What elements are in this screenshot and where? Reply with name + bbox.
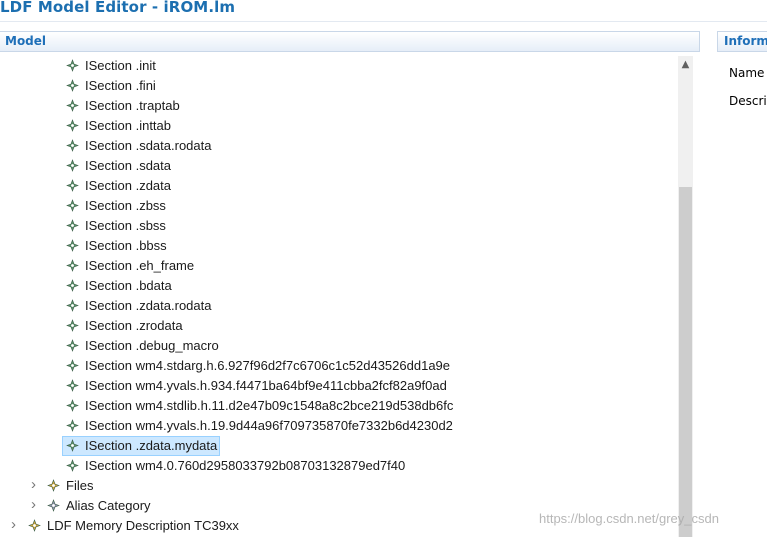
tree-item-isection[interactable]: ISection wm4.stdlib.h.11.d2e47b09c1548a8… bbox=[0, 396, 678, 416]
tree-item-label: ISection wm4.stdlib.h.11.d2e47b09c1548a8… bbox=[85, 398, 454, 413]
isection-icon bbox=[66, 99, 79, 112]
tree-item-isection[interactable]: ISection .eh_frame bbox=[0, 256, 678, 276]
model-panel-header[interactable]: Model bbox=[0, 31, 700, 52]
tree-item-isection[interactable]: ISection .zdata bbox=[0, 176, 678, 196]
tree-item-label: ISection .zrodata bbox=[85, 318, 183, 333]
tree-item-label: ISection .eh_frame bbox=[85, 258, 195, 273]
tree-item-label: ISection wm4.stdarg.h.6.927f96d2f7c6706c… bbox=[85, 358, 451, 373]
scroll-up-arrow-icon[interactable]: ▲ bbox=[678, 56, 693, 73]
model-tree[interactable]: ISection .init ISection .fini ISection .tr… bbox=[0, 56, 678, 537]
chevron-right-icon[interactable]: › bbox=[31, 496, 41, 513]
isection-icon bbox=[66, 359, 79, 372]
memory-description-icon bbox=[28, 519, 41, 532]
isection-icon bbox=[66, 279, 79, 292]
tree-item-label: ISection wm4.yvals.h.19.9d44a96f70973587… bbox=[85, 418, 453, 433]
info-name-label: Name bbox=[729, 66, 765, 80]
model-panel-title: Model bbox=[5, 34, 47, 48]
tree-item-isection[interactable]: ISection wm4.yvals.h.934.f4471ba64bf9e41… bbox=[0, 376, 678, 396]
watermark: https://blog.csdn.net/grey_csdn bbox=[539, 511, 719, 526]
tree-item-label: ISection .sbss bbox=[85, 218, 166, 233]
tree-item-isection[interactable]: ISection wm4.stdarg.h.6.927f96d2f7c6706c… bbox=[0, 356, 678, 376]
tree-item-isection[interactable]: ISection .traptab bbox=[0, 96, 678, 116]
info-panel-header[interactable]: Inform bbox=[717, 31, 767, 52]
info-panel-title: Inform bbox=[724, 34, 767, 48]
tree-item-label: ISection .sdata.rodata bbox=[85, 138, 212, 153]
alias-category-icon bbox=[47, 499, 60, 512]
isection-icon bbox=[66, 379, 79, 392]
tree-item-label: ISection .sdata bbox=[85, 158, 171, 173]
tree-item-isection[interactable]: ISection .fini bbox=[0, 76, 678, 96]
tree-item-isection[interactable]: ISection .bbss bbox=[0, 236, 678, 256]
window-title-bar: LDF Model Editor - iROM.lm bbox=[0, 0, 767, 22]
isection-icon bbox=[66, 239, 79, 252]
tree-item-isection[interactable]: ISection .sbss bbox=[0, 216, 678, 236]
tree-item-label: LDF Memory Description TC39xx bbox=[47, 518, 239, 533]
window-title: LDF Model Editor - iROM.lm bbox=[0, 0, 236, 16]
tree-item-isection[interactable]: ISection .bdata bbox=[0, 276, 678, 296]
tree-item-label: ISection .bdata bbox=[85, 278, 172, 293]
isection-icon bbox=[66, 459, 79, 472]
isection-icon bbox=[66, 199, 79, 212]
tree-item-label: ISection .zdata bbox=[85, 178, 171, 193]
chevron-right-icon[interactable]: › bbox=[31, 476, 41, 493]
tree-item-label: Files bbox=[66, 478, 94, 493]
tree-scrollbar[interactable]: ▲ bbox=[678, 56, 693, 537]
scrollbar-thumb[interactable] bbox=[679, 187, 692, 537]
isection-icon bbox=[66, 299, 79, 312]
tree-item-label: ISection .bbss bbox=[85, 238, 167, 253]
isection-icon bbox=[66, 339, 79, 352]
tree-item-isection[interactable]: ISection .init bbox=[0, 56, 678, 76]
tree-item-label: ISection .inttab bbox=[85, 118, 171, 133]
isection-icon bbox=[66, 79, 79, 92]
tree-item-label: ISection .fini bbox=[85, 78, 156, 93]
info-description-label: Descri bbox=[729, 94, 767, 108]
tree-item-isection[interactable]: ISection .inttab bbox=[0, 116, 678, 136]
tree-item-label: ISection .zdata.rodata bbox=[85, 298, 212, 313]
isection-icon bbox=[66, 439, 79, 452]
tree-item-isection[interactable]: ISection .zbss bbox=[0, 196, 678, 216]
chevron-right-icon[interactable]: › bbox=[11, 516, 21, 533]
tree-item-isection[interactable]: ISection .zrodata bbox=[0, 316, 678, 336]
tree-item-label: ISection .zdata.mydata bbox=[85, 438, 218, 453]
isection-icon bbox=[66, 399, 79, 412]
tree-item-files[interactable]: › Files bbox=[0, 476, 678, 496]
tree-item-isection[interactable]: ISection .zdata.rodata bbox=[0, 296, 678, 316]
tree-item-label: ISection wm4.0.760d2958033792b0870313287… bbox=[85, 458, 406, 473]
isection-icon bbox=[66, 59, 79, 72]
tree-item-label: ISection wm4.yvals.h.934.f4471ba64bf9e41… bbox=[85, 378, 447, 393]
isection-icon bbox=[66, 139, 79, 152]
isection-icon bbox=[66, 179, 79, 192]
tree-item-label: ISection .init bbox=[85, 58, 156, 73]
tree-item-label: Alias Category bbox=[66, 498, 151, 513]
tree-item-isection[interactable]: ISection .debug_macro bbox=[0, 336, 678, 356]
isection-icon bbox=[66, 159, 79, 172]
tree-item-isection[interactable]: ISection wm4.0.760d2958033792b0870313287… bbox=[0, 456, 678, 476]
isection-icon bbox=[66, 319, 79, 332]
tree-item-label: ISection .traptab bbox=[85, 98, 180, 113]
isection-icon bbox=[66, 419, 79, 432]
isection-icon bbox=[66, 119, 79, 132]
tree-item-isection[interactable]: ISection .sdata.rodata bbox=[0, 136, 678, 156]
tree-item-isection[interactable]: ISection .sdata bbox=[0, 156, 678, 176]
isection-icon bbox=[66, 259, 79, 272]
tree-item-isection[interactable]: ISection wm4.yvals.h.19.9d44a96f70973587… bbox=[0, 416, 678, 436]
tree-item-label: ISection .zbss bbox=[85, 198, 166, 213]
tree-item-isection[interactable]: ISection .zdata.mydata bbox=[0, 436, 678, 456]
files-icon bbox=[47, 479, 60, 492]
tree-item-label: ISection .debug_macro bbox=[85, 338, 219, 353]
isection-icon bbox=[66, 219, 79, 232]
